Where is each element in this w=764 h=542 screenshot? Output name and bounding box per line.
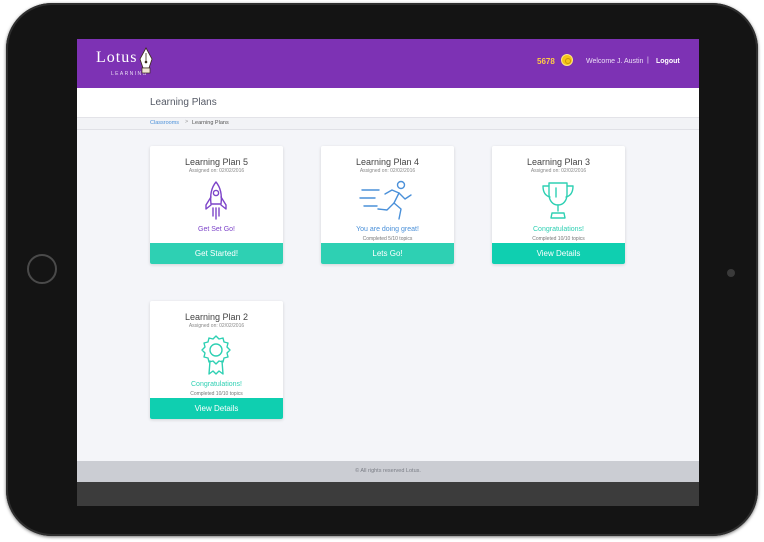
logout-link[interactable]: Logout: [656, 58, 680, 65]
card-progress-text: Completed 10/10 topics: [532, 236, 585, 242]
card-progress-text: Completed 5/10 topics: [362, 236, 413, 242]
footer: © All rights reserved Lotus.: [77, 461, 699, 482]
card-title: Learning Plan 2: [184, 312, 249, 322]
rocket-icon: [205, 181, 227, 220]
app-screen: Lotus LEARNING 5678 Welcome J. Austin | …: [77, 39, 699, 506]
breadcrumb-classrooms-link[interactable]: Classrooms: [150, 120, 179, 126]
welcome-text: Welcome J. Austin: [586, 58, 644, 65]
view-details-button[interactable]: View Details: [492, 243, 625, 264]
card-title: Learning Plan 3: [526, 157, 591, 167]
card-status-message: Congratulations!: [191, 381, 242, 388]
header-separator: |: [647, 57, 649, 64]
learning-plan-card: Learning Plan 2 Assigned on: 02/02/2016 …: [150, 301, 283, 419]
card-assigned-date: Assigned on: 02/02/2016: [188, 168, 245, 174]
ribbon-badge-icon: [201, 335, 231, 375]
top-nav-bar: Lotus LEARNING 5678 Welcome J. Austin | …: [77, 39, 699, 88]
brand-name: Lotus: [96, 49, 138, 66]
home-button[interactable]: [27, 254, 57, 284]
learning-plan-card: Learning Plan 3 Assigned on: 02/02/2016 …: [492, 146, 625, 264]
camera-icon: [727, 269, 735, 277]
trophy-icon: [542, 182, 574, 219]
copyright-icon: ©: [355, 468, 360, 474]
card-assigned-date: Assigned on: 02/02/2016: [359, 168, 416, 174]
breadcrumb-separator: >: [185, 119, 189, 125]
coin-count: 5678: [537, 57, 555, 66]
bottom-bar: [77, 482, 699, 506]
card-assigned-date: Assigned on: 02/02/2016: [530, 168, 587, 174]
tablet-frame: Lotus LEARNING 5678 Welcome J. Austin | …: [6, 3, 758, 536]
view-details-button[interactable]: View Details: [150, 398, 283, 419]
runner-icon: [359, 180, 412, 220]
card-title: Learning Plan 5: [184, 157, 249, 167]
coin-icon: [561, 54, 573, 66]
card-status-message: Get Set Go!: [198, 226, 235, 233]
card-progress-text: Completed 10/10 topics: [190, 391, 243, 397]
learning-plan-card: Learning Plan 5 Assigned on: 02/02/2016 …: [150, 146, 283, 264]
footer-copyright: All rights reserved Lotus.: [360, 468, 421, 474]
get-started-button[interactable]: Get Started!: [150, 243, 283, 264]
page-title-bar: Learning Plans: [77, 88, 699, 118]
page-title: Learning Plans: [150, 97, 217, 108]
card-title: Learning Plan 4: [355, 157, 420, 167]
breadcrumb-current: Learning Plans: [192, 120, 229, 126]
lotus-logo[interactable]: Lotus LEARNING: [96, 47, 153, 77]
breadcrumb: Classrooms > Learning Plans: [77, 118, 699, 130]
pen-nib-icon: [139, 47, 153, 74]
lets-go-button[interactable]: Lets Go!: [321, 243, 454, 264]
card-status-message: You are doing great!: [356, 226, 419, 233]
card-assigned-date: Assigned on: 02/02/2016: [188, 323, 245, 329]
learning-plan-card: Learning Plan 4 Assigned on: 02/02/2016 …: [321, 146, 454, 264]
card-status-message: Congratulations!: [533, 226, 584, 233]
